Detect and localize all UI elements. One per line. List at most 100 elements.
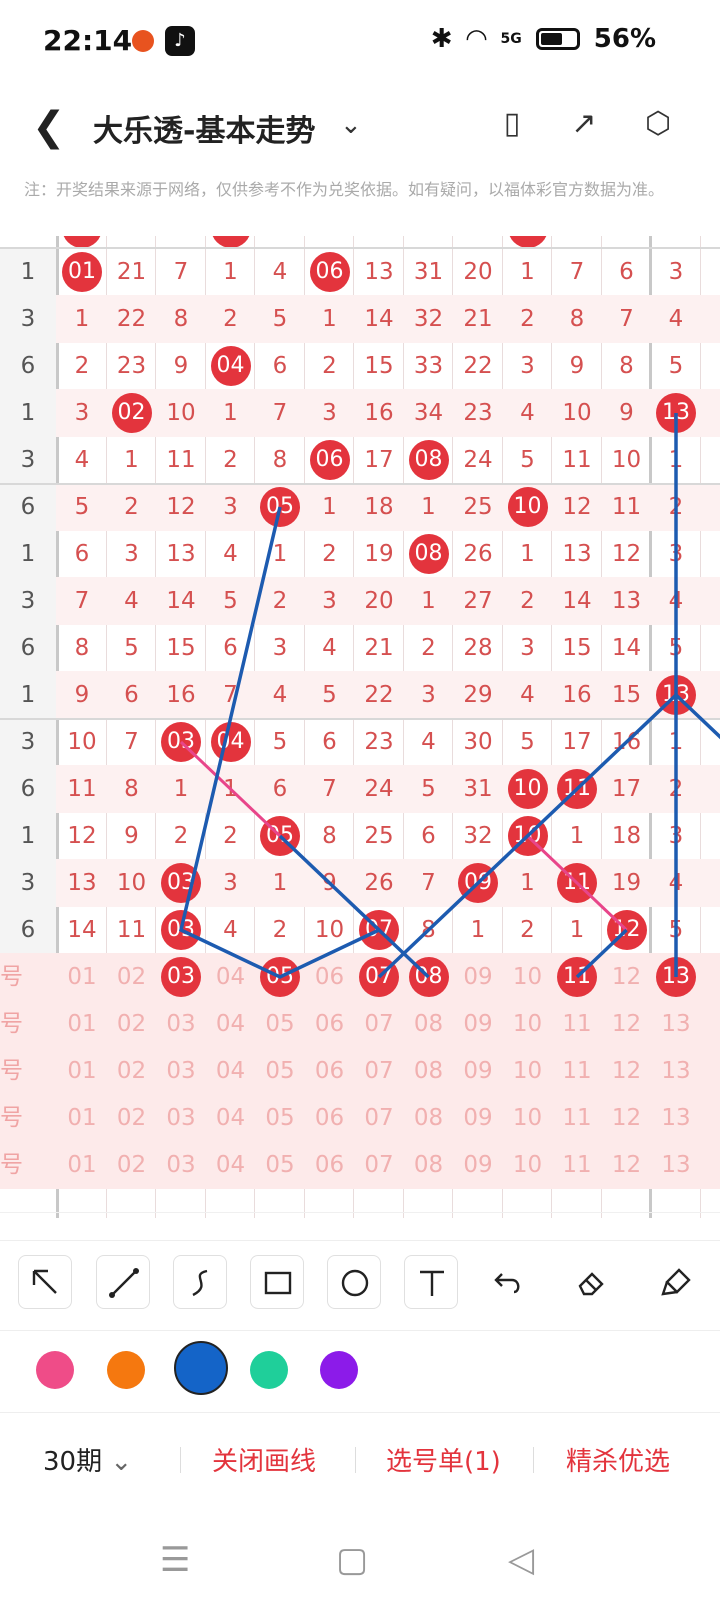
color-orange[interactable] (107, 1351, 145, 1389)
selectable-number[interactable]: 08 (404, 1047, 454, 1095)
rect-tool-button[interactable] (250, 1255, 304, 1309)
selectable-number[interactable]: 07 (354, 1047, 404, 1095)
selectable-number[interactable]: 05 (255, 1047, 305, 1095)
selectable-number[interactable]: 01 (57, 1000, 107, 1048)
selectable-number[interactable]: 04 (206, 1094, 256, 1142)
selectable-number[interactable]: 02 (107, 953, 157, 1001)
selectable-number[interactable]: 10 (503, 1047, 553, 1095)
close-drawing-button[interactable]: 关闭画线 (212, 1441, 316, 1478)
selectable-number[interactable]: 03 (156, 1141, 206, 1189)
drawn-ball[interactable]: 05 (260, 487, 300, 527)
selectable-number[interactable]: 07 (354, 1141, 404, 1189)
circle-tool-button[interactable] (327, 1255, 381, 1309)
selectable-number[interactable]: 13 (651, 1141, 701, 1189)
selected-number-ball[interactable]: 13 (656, 957, 696, 997)
share-icon[interactable]: ↗ (566, 106, 602, 142)
selectable-number[interactable]: 08 (404, 1141, 454, 1189)
selected-number-ball[interactable]: 05 (260, 957, 300, 997)
page-title[interactable]: 大乐透-基本走势 (93, 106, 315, 150)
arrow-tool-button[interactable] (18, 1255, 72, 1309)
drawn-ball[interactable]: 03 (161, 863, 201, 903)
selectable-number[interactable]: 01 (57, 1047, 107, 1095)
drawn-ball[interactable]: 03 (161, 722, 201, 762)
selectable-number[interactable]: 12 (602, 1094, 652, 1142)
selectable-number[interactable]: 04 (206, 953, 256, 1001)
selectable-number[interactable]: 10 (503, 1094, 553, 1142)
selectable-number[interactable]: 01 (57, 1141, 107, 1189)
drawn-ball[interactable]: 13 (656, 675, 696, 715)
color-pink[interactable] (36, 1351, 74, 1389)
drawn-ball[interactable]: 06 (309, 440, 350, 480)
selectable-number[interactable]: 03 (156, 1094, 206, 1142)
drawn-ball[interactable]: 11 (557, 769, 597, 809)
selectable-number[interactable]: 02 (107, 1094, 157, 1142)
selectable-number[interactable]: 04 (206, 1141, 256, 1189)
premium-picks-button[interactable]: 精杀优选 (566, 1441, 670, 1478)
selectable-number[interactable]: 10 (503, 1000, 553, 1048)
selectable-number[interactable]: 05 (255, 1141, 305, 1189)
home-icon[interactable]: ▢ (336, 1540, 368, 1580)
drawn-ball[interactable]: 11 (557, 863, 597, 903)
chevron-down-icon[interactable]: ⌄ (340, 110, 362, 140)
drawn-ball[interactable]: 04 (210, 722, 251, 762)
selectable-number[interactable]: 12 (602, 1047, 652, 1095)
drawn-ball[interactable]: 04 (210, 346, 251, 386)
selectable-number[interactable]: 06 (305, 953, 355, 1001)
drawn-ball[interactable]: 06 (309, 252, 350, 292)
selectable-number[interactable]: 06 (305, 1141, 355, 1189)
selectable-number[interactable]: 12 (602, 953, 652, 1001)
selectable-number[interactable]: 09 (453, 1094, 503, 1142)
selectable-number[interactable]: 06 (305, 1000, 355, 1048)
clear-drawing-button[interactable] (650, 1255, 704, 1309)
selectable-number[interactable]: 01 (57, 953, 107, 1001)
drawn-ball[interactable]: 07 (359, 910, 399, 950)
selectable-number[interactable]: 03 (156, 1047, 206, 1095)
selectable-number[interactable]: 02 (107, 1141, 157, 1189)
selectable-number[interactable]: 08 (404, 1094, 454, 1142)
text-tool-button[interactable] (404, 1255, 458, 1309)
selectable-number[interactable]: 01 (57, 1094, 107, 1142)
selectable-number[interactable]: 11 (552, 1141, 602, 1189)
curve-tool-button[interactable] (173, 1255, 227, 1309)
color-blue-selected[interactable] (174, 1341, 228, 1395)
selectable-number[interactable]: 09 (453, 1000, 503, 1048)
selectable-number[interactable]: 09 (453, 1141, 503, 1189)
selectable-number[interactable]: 08 (404, 1000, 454, 1048)
drawn-ball[interactable]: 10 (507, 769, 548, 809)
selectable-number[interactable]: 10 (503, 953, 553, 1001)
back-button[interactable]: ❮ (32, 104, 66, 150)
ticket-button[interactable]: 选号单(1) (386, 1441, 501, 1478)
selectable-number[interactable]: 10 (503, 1141, 553, 1189)
selectable-number[interactable]: 12 (602, 1000, 652, 1048)
selectable-number[interactable]: 07 (354, 1000, 404, 1048)
trend-chart-grid[interactable]: 1 01 21 7 1 4 06 13 31 20 1 7 6 3 3 1 22 8 2 5 1 14 32 21 2 8 7 4 6 2… (0, 236, 720, 1218)
drawn-ball[interactable]: 10 (507, 816, 548, 856)
drawn-ball[interactable]: 05 (260, 816, 300, 856)
undo-button[interactable] (481, 1255, 535, 1309)
selected-number-ball[interactable]: 03 (161, 957, 201, 997)
selectable-number[interactable]: 07 (354, 1094, 404, 1142)
selectable-number[interactable]: 04 (206, 1047, 256, 1095)
selectable-number[interactable]: 12 (602, 1141, 652, 1189)
selectable-number[interactable]: 04 (206, 1000, 256, 1048)
drawn-ball[interactable]: 08 (408, 534, 449, 574)
rotate-screen-icon[interactable]: ▯ (494, 106, 530, 142)
selectable-number[interactable]: 11 (552, 1000, 602, 1048)
selected-number-ball[interactable]: 11 (557, 957, 597, 997)
drawn-ball[interactable]: 03 (161, 910, 201, 950)
color-green[interactable] (250, 1351, 288, 1389)
drawn-ball[interactable]: 02 (111, 393, 152, 433)
recent-apps-icon[interactable]: ☰ (160, 1540, 190, 1580)
selectable-number[interactable]: 13 (651, 1094, 701, 1142)
drawn-ball[interactable]: 09 (458, 863, 498, 903)
color-purple[interactable] (320, 1351, 358, 1389)
selectable-number[interactable]: 06 (305, 1094, 355, 1142)
selectable-number[interactable]: 05 (255, 1000, 305, 1048)
selectable-number[interactable]: 06 (305, 1047, 355, 1095)
drawn-ball[interactable]: 10 (507, 487, 548, 527)
selectable-number[interactable]: 03 (156, 1000, 206, 1048)
selectable-number[interactable]: 11 (552, 1094, 602, 1142)
selectable-number[interactable]: 13 (651, 1000, 701, 1048)
drawn-ball[interactable]: 01 (62, 252, 102, 292)
selectable-number[interactable]: 09 (453, 953, 503, 1001)
